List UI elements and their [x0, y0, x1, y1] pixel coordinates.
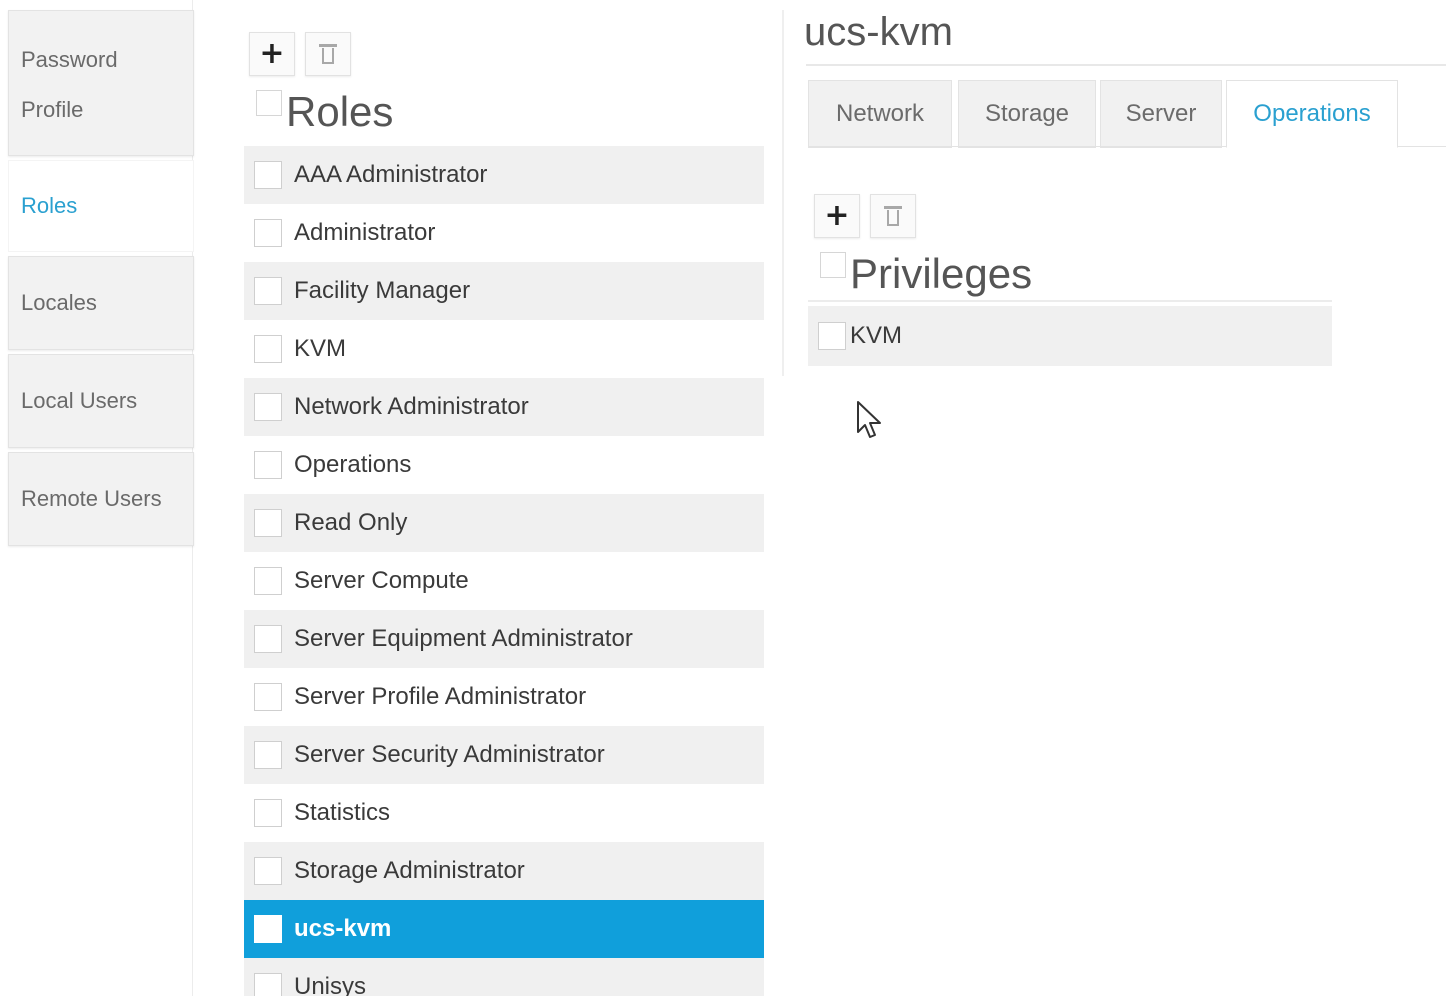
sidebar-item-locales[interactable]: Locales: [8, 256, 194, 350]
mouse-cursor-icon: [857, 401, 881, 438]
title-underline: [806, 64, 1446, 66]
role-detail-title: ucs-kvm: [804, 10, 953, 54]
sidebar-item-label: Local Users: [21, 388, 138, 413]
role-row[interactable]: ucs-kvm: [244, 900, 764, 958]
role-row[interactable]: Facility Manager: [244, 262, 764, 320]
tab-label: Server: [1125, 100, 1197, 127]
role-row[interactable]: Administrator: [244, 204, 764, 262]
roles-heading: Roles: [256, 88, 756, 138]
role-checkbox[interactable]: [254, 857, 282, 885]
delete-role-button[interactable]: [305, 32, 351, 76]
delete-privilege-button[interactable]: [870, 194, 916, 238]
sidebar-item-roles[interactable]: Roles: [8, 160, 194, 252]
sidebar-item-label: Locales: [21, 290, 97, 315]
role-checkbox[interactable]: [254, 161, 282, 189]
role-checkbox[interactable]: [254, 335, 282, 363]
role-row[interactable]: Storage Administrator: [244, 842, 764, 900]
role-row[interactable]: Operations: [244, 436, 764, 494]
role-checkbox[interactable]: [254, 277, 282, 305]
tab-operations[interactable]: Operations: [1226, 80, 1398, 148]
role-checkbox[interactable]: [254, 973, 282, 996]
tab-label: Operations: [1253, 100, 1371, 127]
tab-server[interactable]: Server: [1100, 80, 1222, 148]
role-checkbox[interactable]: [254, 741, 282, 769]
sidebar-item-label: Roles: [21, 193, 78, 218]
sidebar-item-password-profile[interactable]: Password Profile: [8, 10, 194, 156]
role-checkbox[interactable]: [254, 219, 282, 247]
sidebar-item-local-users[interactable]: Local Users: [8, 354, 194, 448]
privileges-heading-text: Privileges: [850, 250, 1033, 297]
select-all-privileges-checkbox[interactable]: [820, 252, 846, 278]
role-row[interactable]: Server Profile Administrator: [244, 668, 764, 726]
role-label: Storage Administrator: [294, 857, 525, 884]
role-label: Facility Manager: [294, 277, 471, 304]
column-divider: [782, 10, 784, 376]
role-label: KVM: [294, 335, 347, 362]
privileges-heading: Privileges: [820, 250, 1300, 300]
privilege-row[interactable]: KVM: [808, 306, 1332, 366]
role-row[interactable]: Server Equipment Administrator: [244, 610, 764, 668]
role-checkbox[interactable]: [254, 451, 282, 479]
add-role-button[interactable]: +: [249, 32, 295, 76]
role-row[interactable]: Unisys: [244, 958, 764, 996]
privileges-rule: [808, 300, 1332, 302]
role-checkbox[interactable]: [254, 509, 282, 537]
role-label: Server Security Administrator: [294, 741, 605, 768]
sidebar-item-label: Remote Users: [21, 486, 162, 511]
role-label: Unisys: [294, 973, 367, 996]
role-label: Network Administrator: [294, 393, 529, 420]
role-label: Operations: [294, 451, 412, 478]
trash-icon: [884, 205, 902, 227]
trash-icon: [319, 43, 337, 65]
tab-label: Network: [835, 100, 925, 127]
tab-network[interactable]: Network: [808, 80, 952, 148]
roles-list: AAA Administrator Administrator Facility M…: [244, 146, 764, 996]
role-label: Server Equipment Administrator: [294, 625, 633, 652]
role-checkbox[interactable]: [254, 625, 282, 653]
role-row[interactable]: Server Security Administrator: [244, 726, 764, 784]
role-row[interactable]: Statistics: [244, 784, 764, 842]
role-label: Administrator: [294, 219, 436, 246]
role-label: Server Compute: [294, 567, 469, 594]
role-label: ucs-kvm: [294, 915, 392, 942]
tab-storage[interactable]: Storage: [958, 80, 1096, 148]
privilege-label: KVM: [850, 322, 903, 349]
role-checkbox[interactable]: [254, 567, 282, 595]
role-label: AAA Administrator: [294, 161, 488, 188]
plus-icon: +: [824, 198, 850, 233]
role-checkbox[interactable]: [254, 915, 282, 943]
plus-icon: +: [259, 36, 285, 71]
privilege-checkbox[interactable]: [818, 322, 846, 350]
role-row[interactable]: Read Only: [244, 494, 764, 552]
role-checkbox[interactable]: [254, 799, 282, 827]
select-all-roles-checkbox[interactable]: [256, 90, 282, 116]
role-row[interactable]: KVM: [244, 320, 764, 378]
role-checkbox[interactable]: [254, 393, 282, 421]
role-row[interactable]: AAA Administrator: [244, 146, 764, 204]
role-row[interactable]: Network Administrator: [244, 378, 764, 436]
settings-sidebar: Password Profile Roles Locales Local Use…: [0, 0, 196, 996]
sidebar-item-label: Password: [21, 47, 118, 72]
sidebar-item-remote-users[interactable]: Remote Users: [8, 452, 194, 546]
add-privilege-button[interactable]: +: [814, 194, 860, 238]
roles-heading-text: Roles: [286, 88, 394, 135]
role-label: Statistics: [294, 799, 391, 826]
role-label: Read Only: [294, 509, 408, 536]
sidebar-item-label: Profile: [21, 97, 84, 122]
role-row[interactable]: Server Compute: [244, 552, 764, 610]
role-checkbox[interactable]: [254, 683, 282, 711]
tab-label: Storage: [984, 100, 1070, 127]
role-label: Server Profile Administrator: [294, 683, 587, 710]
